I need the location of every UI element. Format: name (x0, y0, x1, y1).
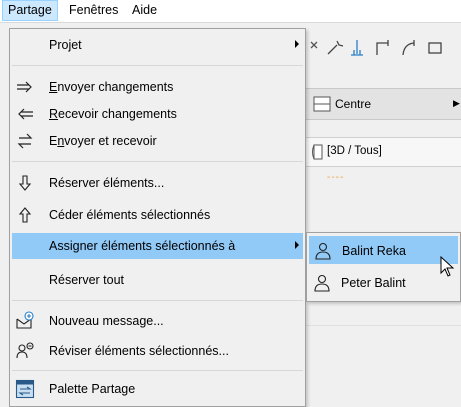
align-icon[interactable] (347, 38, 367, 58)
chevron-right-icon: ▶ (453, 98, 460, 108)
menu-item-reserver-tout[interactable]: Réserver tout (12, 267, 303, 293)
menu-item-label: Projet (49, 38, 82, 52)
release-up-icon (18, 207, 32, 223)
swap-arrows-icon (17, 133, 33, 149)
menu-item-label: Palette Partage (49, 382, 136, 396)
menu-item-label: Recevoir changements (49, 107, 177, 121)
menu-item-envoyer-et-recevoir[interactable]: Envoyer et recevoir (12, 128, 303, 154)
mouse-cursor-icon (440, 256, 455, 277)
partage-dropdown: Projet Envoyer changements Recevoir chan… (9, 28, 306, 407)
submenu-item-balint-reka[interactable]: Balint Reka (309, 236, 458, 264)
menu-fenetres[interactable]: Fenêtres (64, 0, 123, 21)
menu-item-label: Assigner éléments sélectionnés à (49, 239, 236, 253)
menu-item-nouveau-message[interactable]: Nouveau message... (12, 308, 303, 334)
menu-item-envoyer-changements[interactable]: Envoyer changements (12, 74, 303, 100)
arc-tool-icon[interactable] (399, 38, 419, 58)
palette-icon (15, 379, 35, 399)
combo-label: Centre (335, 97, 372, 111)
menu-item-label: Réserver éléments... (49, 176, 165, 190)
magic-wand-icon[interactable] (325, 38, 345, 58)
new-message-icon (16, 311, 34, 329)
view-selector[interactable]: [3D / Tous] (305, 137, 461, 167)
menu-item-ceder[interactable]: Céder éléments sélectionnés (12, 202, 303, 228)
view-3d-icon (312, 144, 323, 160)
submenu-item-label: Balint Reka (342, 244, 406, 258)
menu-item-recevoir-changements[interactable]: Recevoir changements (12, 101, 303, 127)
menu-item-palette-partage[interactable]: Palette Partage (12, 376, 303, 402)
corner-tool-icon[interactable] (373, 38, 393, 58)
menu-item-label: Réserver tout (49, 273, 125, 287)
dashed-line: ---- (327, 172, 345, 183)
toolbar-strip (305, 32, 461, 64)
submenu-item-label: Peter Balint (341, 276, 406, 290)
anchor-combo[interactable]: Centre ▶ (305, 88, 461, 120)
submenu-item-peter-balint[interactable]: Peter Balint (309, 269, 458, 297)
reserve-down-icon (18, 175, 32, 191)
separator (12, 161, 303, 162)
menu-item-reviser[interactable]: Réviser éléments sélectionnés... (12, 338, 303, 364)
menu-item-assigner[interactable]: Assigner éléments sélectionnés à (12, 233, 303, 259)
menu-item-projet[interactable]: Projet (12, 32, 303, 58)
assign-submenu: Balint Reka Peter Balint (306, 232, 461, 302)
arrow-left-icon (18, 108, 33, 120)
divider (305, 325, 461, 326)
separator (12, 370, 303, 371)
box-tool-icon[interactable] (425, 38, 445, 58)
menu-item-label: Envoyer et recevoir (49, 134, 157, 148)
menu-item-label: Céder éléments sélectionnés (49, 208, 211, 222)
user-icon (314, 274, 330, 292)
tool-icon[interactable] (307, 38, 327, 58)
user-icon (315, 242, 331, 260)
menu-item-label: Nouveau message... (49, 314, 164, 328)
menu-bar: Partage Fenêtres Aide (0, 0, 461, 23)
separator (12, 65, 303, 66)
menu-item-label: Réviser éléments sélectionnés... (49, 344, 229, 358)
menu-item-reserver-elements[interactable]: Réserver éléments... (12, 170, 303, 196)
menu-aide[interactable]: Aide (127, 0, 162, 21)
submenu-arrow-icon (295, 40, 299, 48)
align-center-icon (313, 96, 331, 112)
view-label: [3D / Tous] (327, 145, 382, 157)
menu-item-label: Envoyer changements (49, 80, 174, 94)
separator (12, 300, 303, 301)
menu-partage[interactable]: Partage (2, 0, 58, 21)
review-icon (16, 342, 34, 359)
arrow-right-icon (17, 81, 32, 93)
submenu-arrow-icon (295, 241, 299, 249)
